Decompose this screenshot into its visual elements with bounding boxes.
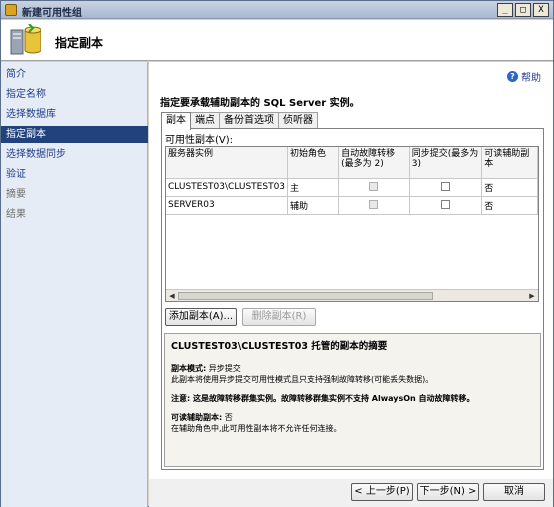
cancel-button[interactable]: 取消: [483, 483, 545, 501]
cell-instance: CLUSTEST03\CLUSTEST03: [166, 178, 289, 197]
database-server-icon: [10, 24, 41, 55]
horizontal-scrollbar[interactable]: ◀ ▶: [166, 289, 538, 301]
grid-header-row: 服务器实例 初始角色 自动故障转移(最多为 2) 同步提交(最多为 3) 可读辅…: [166, 147, 538, 179]
main-content: ? 帮助 指定要承载辅助副本的 SQL Server 实例。 副本 端点 备份首…: [149, 62, 553, 479]
cell-sync-commit: [409, 196, 483, 215]
help-link[interactable]: ? 帮助: [507, 69, 541, 84]
sidebar-item-specify-replicas[interactable]: 指定副本: [1, 126, 148, 143]
minimize-button[interactable]: _: [497, 3, 513, 17]
tab-listener[interactable]: 侦听器: [278, 112, 318, 129]
cell-sync-commit: [409, 178, 483, 197]
sidebar-item-summary: 摘要: [6, 189, 26, 200]
scroll-thumb[interactable]: [178, 292, 433, 300]
remove-replica-button: 删除副本(R): [242, 308, 316, 326]
title-bar[interactable]: 新建可用性组 _ □ X: [1, 1, 553, 19]
replicas-tab-panel: 可用性副本(V): 服务器实例 初始角色 自动故障转移(最多为 2) 同步提交(…: [161, 128, 544, 470]
note-text: 这是故障转移群集实例。故障转移群集实例不支持 AlwaysOn 自动故障转移。: [193, 394, 475, 403]
scroll-right-icon[interactable]: ▶: [527, 291, 537, 301]
window-title: 新建可用性组: [22, 8, 82, 19]
tab-strip: 副本 端点 备份首选项 侦听器: [161, 112, 318, 130]
col-readable-secondary[interactable]: 可读辅助副本: [481, 147, 538, 179]
col-initial-role[interactable]: 初始角色: [287, 147, 340, 179]
replica-mode-label: 副本模式:: [171, 364, 207, 373]
col-auto-failover[interactable]: 自动故障转移(最多为 2): [338, 147, 410, 179]
replica-mode-description: 此副本将使用异步提交可用性模式且只支持强制故障转移(可能丢失数据)。: [171, 375, 434, 384]
col-server-instance[interactable]: 服务器实例: [166, 147, 289, 179]
sidebar-item-specify-name[interactable]: 指定名称: [1, 86, 148, 103]
replica-grid: 服务器实例 初始角色 自动故障转移(最多为 2) 同步提交(最多为 3) 可读辅…: [165, 146, 539, 302]
page-title: 指定副本: [55, 36, 104, 50]
sidebar-item-intro[interactable]: 简介: [1, 66, 148, 83]
cell-instance: SERVER03: [166, 196, 289, 215]
wizard-footer: < 上一步(P) 下一步(N) > 取消: [149, 479, 553, 507]
cell-role: 辅助: [287, 196, 340, 215]
sync-commit-checkbox[interactable]: [440, 200, 450, 209]
wizard-sidebar: 简介 指定名称 选择数据库 指定副本 选择数据同步 验证 摘要 结果: [1, 62, 148, 507]
close-button[interactable]: X: [533, 3, 549, 17]
readable-secondary-description: 在辅助角色中,此可用性副本将不允许任何连接。: [171, 424, 342, 433]
cell-readable[interactable]: 否: [481, 196, 538, 215]
help-icon: ?: [507, 71, 518, 82]
table-row[interactable]: SERVER03 辅助 否: [166, 196, 538, 215]
tab-replicas[interactable]: 副本: [161, 112, 191, 130]
grid-caption: 可用性副本(V):: [165, 135, 234, 146]
sidebar-item-data-sync[interactable]: 选择数据同步: [1, 146, 148, 163]
instruction-text: 指定要承载辅助副本的 SQL Server 实例。: [160, 98, 360, 109]
sidebar-item-validation[interactable]: 验证: [1, 166, 148, 183]
tab-endpoints[interactable]: 端点: [190, 112, 220, 129]
next-button[interactable]: 下一步(N) >: [417, 483, 479, 501]
add-replica-button[interactable]: 添加副本(A)...: [165, 308, 237, 326]
note-label: 注意:: [171, 394, 191, 403]
readable-secondary-value: 否: [224, 413, 233, 422]
readable-secondary-label: 可读辅助副本:: [171, 413, 223, 422]
col-sync-commit[interactable]: 同步提交(最多为 3): [409, 147, 483, 179]
sidebar-item-results: 结果: [6, 209, 26, 220]
scroll-left-icon[interactable]: ◀: [167, 291, 177, 301]
app-icon: [5, 4, 17, 16]
sidebar-item-select-databases[interactable]: 选择数据库: [1, 106, 148, 123]
summary-title: CLUSTEST03\CLUSTEST03 托管的副本的摘要: [171, 341, 388, 352]
cell-role: 主: [287, 178, 340, 197]
replica-mode-value: 异步提交: [208, 364, 241, 373]
cell-auto-failover: [338, 196, 410, 215]
auto-failover-checkbox: [369, 200, 379, 209]
help-label: 帮助: [521, 73, 541, 84]
tab-backup-preferences[interactable]: 备份首选项: [219, 112, 279, 129]
maximize-button[interactable]: □: [515, 3, 531, 17]
table-row[interactable]: CLUSTEST03\CLUSTEST03 主 否: [166, 178, 538, 197]
page-header: 指定副本: [1, 20, 553, 61]
previous-button[interactable]: < 上一步(P): [351, 483, 413, 501]
cell-auto-failover: [338, 178, 410, 197]
cell-readable[interactable]: 否: [481, 178, 538, 197]
sync-commit-checkbox[interactable]: [440, 182, 450, 191]
auto-failover-checkbox: [369, 182, 379, 191]
new-availability-group-window: 新建可用性组 _ □ X 指定副本 简介 指定名称 选择数据库 指定副本 选择数…: [0, 0, 554, 507]
replica-summary-panel: CLUSTEST03\CLUSTEST03 托管的副本的摘要 副本模式: 异步提…: [164, 333, 541, 467]
